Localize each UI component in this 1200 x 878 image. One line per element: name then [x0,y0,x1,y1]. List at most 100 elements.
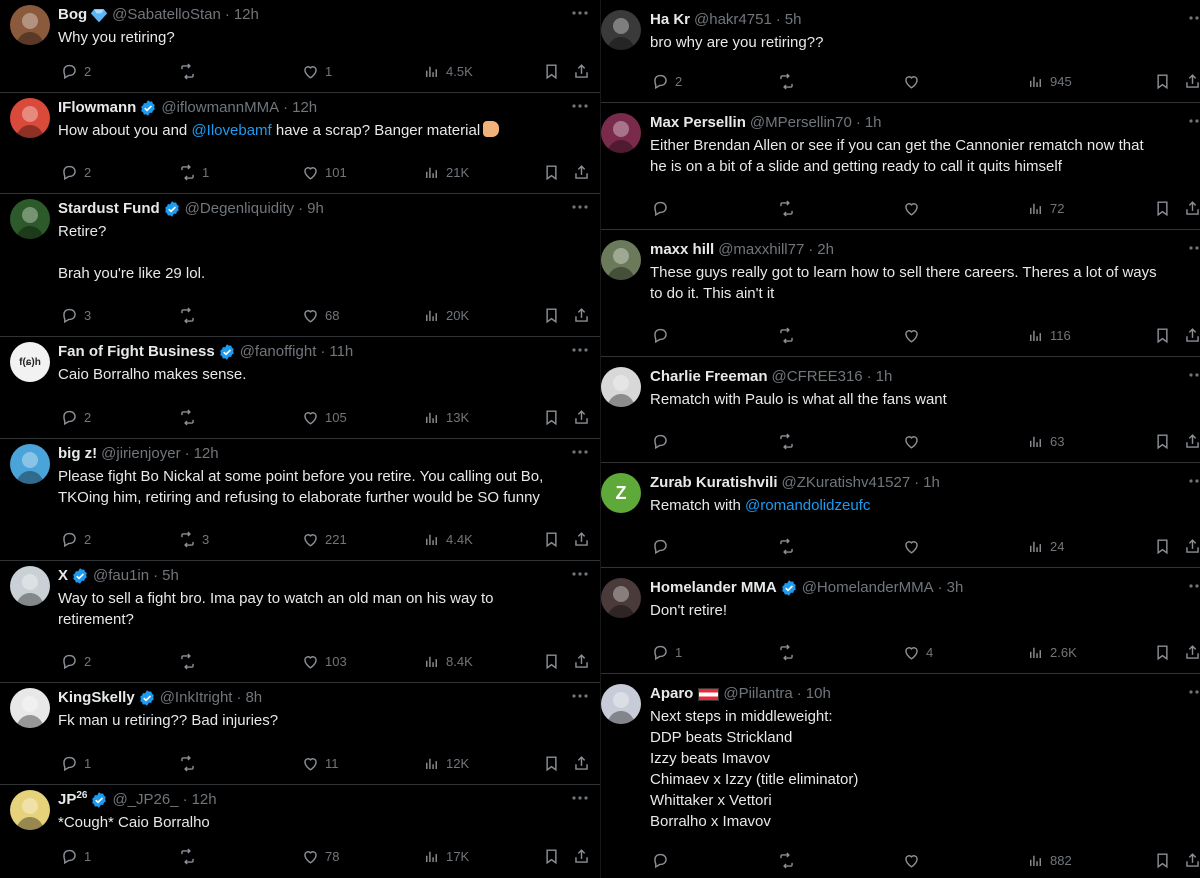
reply-button[interactable]: 1 [651,642,682,662]
reply-tweet[interactable]: big z! @jirienjoyer · 12h Please fight Bo Ni… [0,439,600,561]
display-name[interactable]: JP26 [58,790,87,810]
share-button[interactable] [1183,850,1200,870]
bookmark-button[interactable] [1153,325,1172,345]
like-button[interactable] [902,850,926,870]
reply-button[interactable]: 2 [60,61,91,81]
reply-tweet[interactable]: Z Zurab Kuratishvili @ZKuratishv41527 · 1h Re… [601,463,1200,568]
views-button[interactable]: 4.4K [422,529,473,549]
more-options-icon[interactable] [570,442,590,462]
share-button[interactable] [1183,536,1200,556]
retweet-button[interactable] [777,325,801,345]
more-options-icon[interactable] [1187,365,1200,385]
handle[interactable]: @MPersellin70 [750,113,852,133]
views-button[interactable]: 17K [422,846,469,866]
handle[interactable]: @Degenliquidity [185,199,294,219]
handle[interactable]: @fau1in [93,566,149,586]
avatar[interactable] [601,367,641,407]
like-button[interactable]: 103 [301,651,347,671]
like-button[interactable] [902,198,926,218]
bookmark-button[interactable] [542,407,561,427]
display-name[interactable]: maxx hill [650,240,714,260]
share-button[interactable] [572,846,591,866]
views-button[interactable]: 882 [1026,850,1072,870]
handle[interactable]: @InkItright [160,688,233,708]
like-button[interactable]: 4 [902,642,933,662]
avatar[interactable] [10,444,50,484]
retweet-button[interactable] [777,198,801,218]
more-options-icon[interactable] [570,564,590,584]
share-button[interactable] [1183,198,1200,218]
avatar[interactable] [10,5,50,45]
reply-tweet[interactable]: JP26 @_JP26_ · 12h *Cough* Caio Borralho 1 78 1… [0,785,600,878]
reply-tweet[interactable]: Charlie Freeman @CFREE316 · 1h Rematch with … [601,357,1200,463]
share-button[interactable] [1183,71,1200,91]
handle[interactable]: @iflowmannMMA [161,98,279,118]
timestamp[interactable]: 1h [876,367,893,387]
views-button[interactable]: 116 [1026,325,1071,345]
timestamp[interactable]: 1h [923,473,940,493]
display-name[interactable]: Zurab Kuratishvili [650,473,778,493]
more-options-icon[interactable] [1187,682,1200,702]
reply-button[interactable]: 2 [60,529,91,549]
timestamp[interactable]: 10h [806,684,831,704]
avatar[interactable]: Z [601,473,641,513]
share-button[interactable] [572,61,591,81]
handle[interactable]: @SabatelloStan [112,5,221,25]
mention-link[interactable]: @romandolidzeufc [745,497,870,514]
retweet-button[interactable] [777,850,801,870]
views-button[interactable]: 13K [422,407,469,427]
views-button[interactable]: 4.5K [422,61,473,81]
bookmark-button[interactable] [542,305,561,325]
retweet-button[interactable] [777,536,801,556]
more-options-icon[interactable] [1187,111,1200,131]
reply-button[interactable] [651,325,675,345]
display-name[interactable]: X [58,566,68,586]
handle[interactable]: @_JP26_ [112,790,178,810]
views-button[interactable]: 72 [1026,198,1064,218]
share-button[interactable] [1183,325,1200,345]
views-button[interactable]: 945 [1026,71,1072,91]
timestamp[interactable]: 9h [307,199,324,219]
handle[interactable]: @fanoffight [240,342,317,362]
retweet-button[interactable] [777,642,801,662]
bookmark-button[interactable] [542,846,561,866]
mention-link[interactable]: @Ilovebamf [191,122,271,139]
reply-button[interactable] [651,536,675,556]
display-name[interactable]: Charlie Freeman [650,367,768,387]
reply-tweet[interactable]: f(ɕ)h Fan of Fight Business @fanoffight · 11… [0,337,600,439]
avatar[interactable] [601,10,641,50]
bookmark-button[interactable] [542,162,561,182]
like-button[interactable]: 1 [301,61,332,81]
views-button[interactable]: 63 [1026,431,1064,451]
avatar[interactable] [601,578,641,618]
reply-tweet[interactable]: maxx hill @maxxhill77 · 2h These guys really… [601,230,1200,357]
display-name[interactable]: Stardust Fund [58,199,160,219]
handle[interactable]: @HomelanderMMA [802,578,934,598]
handle[interactable]: @jirienjoyer [101,444,180,464]
bookmark-button[interactable] [1153,642,1172,662]
reply-tweet[interactable]: X @fau1in · 5h Way to sell a fight bro. Ima … [0,561,600,683]
reply-tweet[interactable]: IFlowmann @iflowmannMMA · 12h How about you … [0,93,600,194]
retweet-button[interactable] [178,846,202,866]
bookmark-button[interactable] [1153,198,1172,218]
reply-button[interactable] [651,431,675,451]
bookmark-button[interactable] [542,529,561,549]
display-name[interactable]: Homelander MMA [650,578,777,598]
timestamp[interactable]: 12h [292,98,317,118]
views-button[interactable]: 24 [1026,536,1064,556]
more-options-icon[interactable] [1187,471,1200,491]
retweet-button[interactable] [777,431,801,451]
like-button[interactable]: 101 [301,162,347,182]
more-options-icon[interactable] [1187,576,1200,596]
handle[interactable]: @CFREE316 [772,367,863,387]
timestamp[interactable]: 5h [162,566,179,586]
more-options-icon[interactable] [570,96,590,116]
bookmark-button[interactable] [1153,850,1172,870]
share-button[interactable] [1183,431,1200,451]
like-button[interactable]: 11 [301,753,339,773]
share-button[interactable] [572,162,591,182]
display-name[interactable]: IFlowmann [58,98,136,118]
timestamp[interactable]: 2h [817,240,834,260]
like-button[interactable] [902,536,926,556]
timestamp[interactable]: 8h [245,688,262,708]
